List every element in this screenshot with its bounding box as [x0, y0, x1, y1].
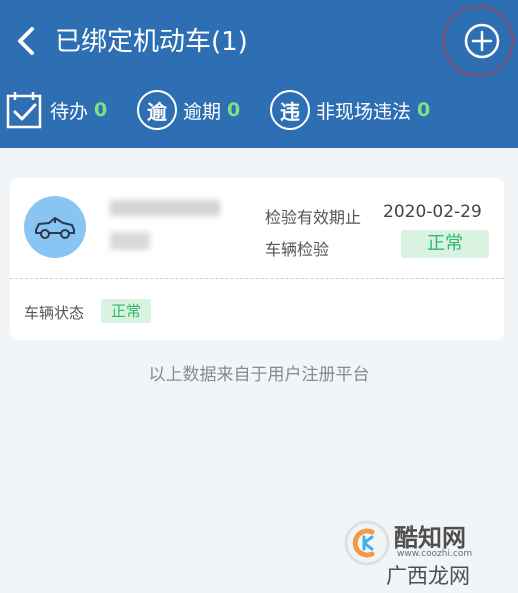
- stats-bar: 待办 0 逾 逾期 0 违 非现场违法 0: [0, 86, 518, 134]
- stat-violation-label: 非现场违法: [316, 100, 412, 123]
- validity-date: 2020-02-29: [383, 202, 482, 222]
- inspection-status-badge: 正常: [401, 230, 489, 258]
- vehicle-card[interactable]: 检验有效期止 2020-02-29 车辆检验 正常 车辆状态 正常: [10, 178, 504, 340]
- vehicle-status-label: 车辆状态: [24, 304, 85, 322]
- watermark-name: 酷知网: [394, 524, 466, 552]
- stat-violation-count: 0: [417, 99, 431, 121]
- stat-overdue-label: 逾期: [183, 100, 222, 123]
- stat-overdue[interactable]: 逾 逾期 0: [137, 86, 240, 134]
- data-source-note: 以上数据来自于用户注册平台: [148, 365, 370, 385]
- vehicle-status-badge: 正常: [101, 299, 151, 323]
- inspection-label: 车辆检验: [265, 240, 330, 259]
- stat-violation[interactable]: 违 非现场违法 0: [270, 86, 430, 134]
- validity-label: 检验有效期止: [265, 208, 362, 227]
- car-icon: [35, 217, 75, 239]
- vehicle-type-redacted: [110, 232, 150, 250]
- card-divider: [10, 278, 504, 279]
- violation-icon: 违: [270, 90, 310, 130]
- watermark-url: www.coozhi.com: [397, 549, 473, 559]
- stat-todo-label: 待办: [50, 100, 89, 123]
- stat-todo-count: 0: [94, 99, 108, 121]
- back-button[interactable]: [12, 25, 40, 57]
- stat-overdue-count: 0: [227, 99, 241, 121]
- chevron-left-icon: [18, 27, 34, 55]
- annotation-circle: [439, 2, 517, 80]
- overdue-icon: 逾: [137, 90, 177, 130]
- watermark-sub: 广西龙网: [386, 564, 470, 588]
- watermark: 酷知网 www.coozhi.com 广西龙网: [342, 510, 512, 590]
- stat-todo[interactable]: 待办 0: [6, 86, 107, 134]
- page-title: 已绑定机动车(1): [55, 27, 248, 57]
- calendar-check-icon: [6, 92, 42, 129]
- vehicle-avatar: [24, 196, 86, 258]
- app-header: 已绑定机动车(1) 待办 0 逾 逾期 0 违 非现场违法 0: [0, 0, 518, 148]
- plate-number-redacted: [110, 200, 220, 216]
- watermark-logo-icon: [344, 520, 390, 566]
